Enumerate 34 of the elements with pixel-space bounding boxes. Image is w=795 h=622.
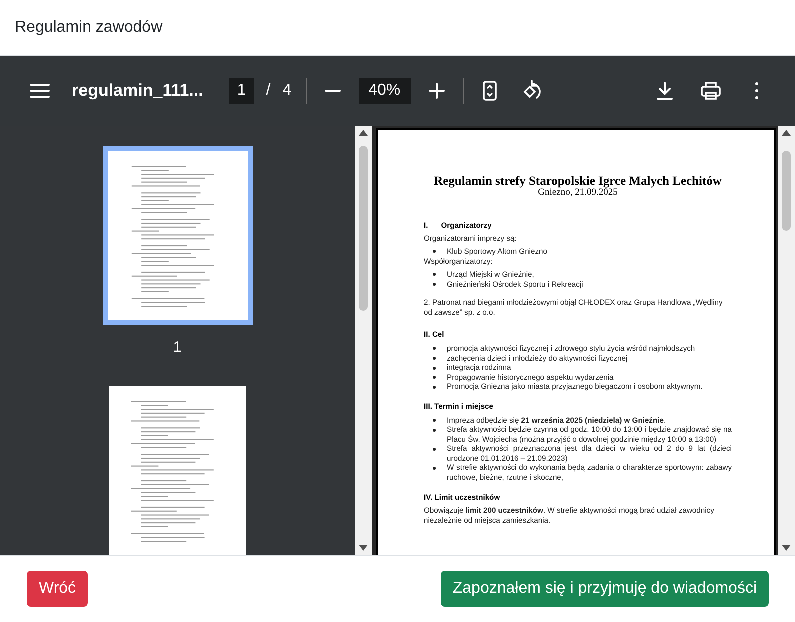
dialog-title: Regulamin zawodów [15, 18, 163, 36]
page-number-field[interactable]: 1 [229, 78, 254, 104]
document-date: Gniezno, 21.09.2025 [537, 189, 619, 199]
bullet-icon [433, 283, 436, 286]
file-name: regulamin_111... [72, 81, 204, 101]
bullet-icon [433, 419, 436, 422]
bullet-icon [433, 273, 436, 276]
bullet-icon [433, 250, 436, 254]
page-separator: / [266, 82, 271, 100]
scrollbar[interactable] [778, 126, 795, 555]
scroll-up-icon[interactable] [359, 130, 368, 136]
bullet-icon [433, 448, 436, 451]
scroll-down-icon[interactable] [359, 545, 368, 551]
zoom-field[interactable]: 40% [358, 78, 411, 104]
accept-button[interactable]: Zapoznałem się i przyjmuję do wiadomości [440, 571, 769, 607]
page-thumbnail[interactable] [109, 386, 246, 555]
scrollbar-thumb[interactable] [359, 146, 368, 311]
page-total: 4 [282, 82, 292, 100]
document-title: Regulamin strefy Staropolskie Igrce Malych Lechitów [433, 174, 723, 188]
bullet-icon [433, 466, 436, 470]
back-button[interactable]: Wróć [27, 571, 88, 607]
bullet-icon [433, 428, 436, 432]
scrollbar-thumb[interactable] [782, 151, 791, 231]
bullet-icon [433, 376, 436, 380]
scroll-down-icon[interactable] [782, 545, 791, 551]
bullet-icon [433, 386, 436, 389]
bullet-icon [433, 366, 436, 370]
print-icon[interactable] [699, 79, 723, 103]
page-thumbnail[interactable] [102, 146, 252, 325]
bullet-icon [433, 347, 436, 350]
page-label: 1 [173, 339, 182, 356]
bullet-icon [433, 357, 436, 360]
scroll-up-icon[interactable] [782, 130, 791, 136]
scrollbar[interactable] [355, 126, 372, 555]
